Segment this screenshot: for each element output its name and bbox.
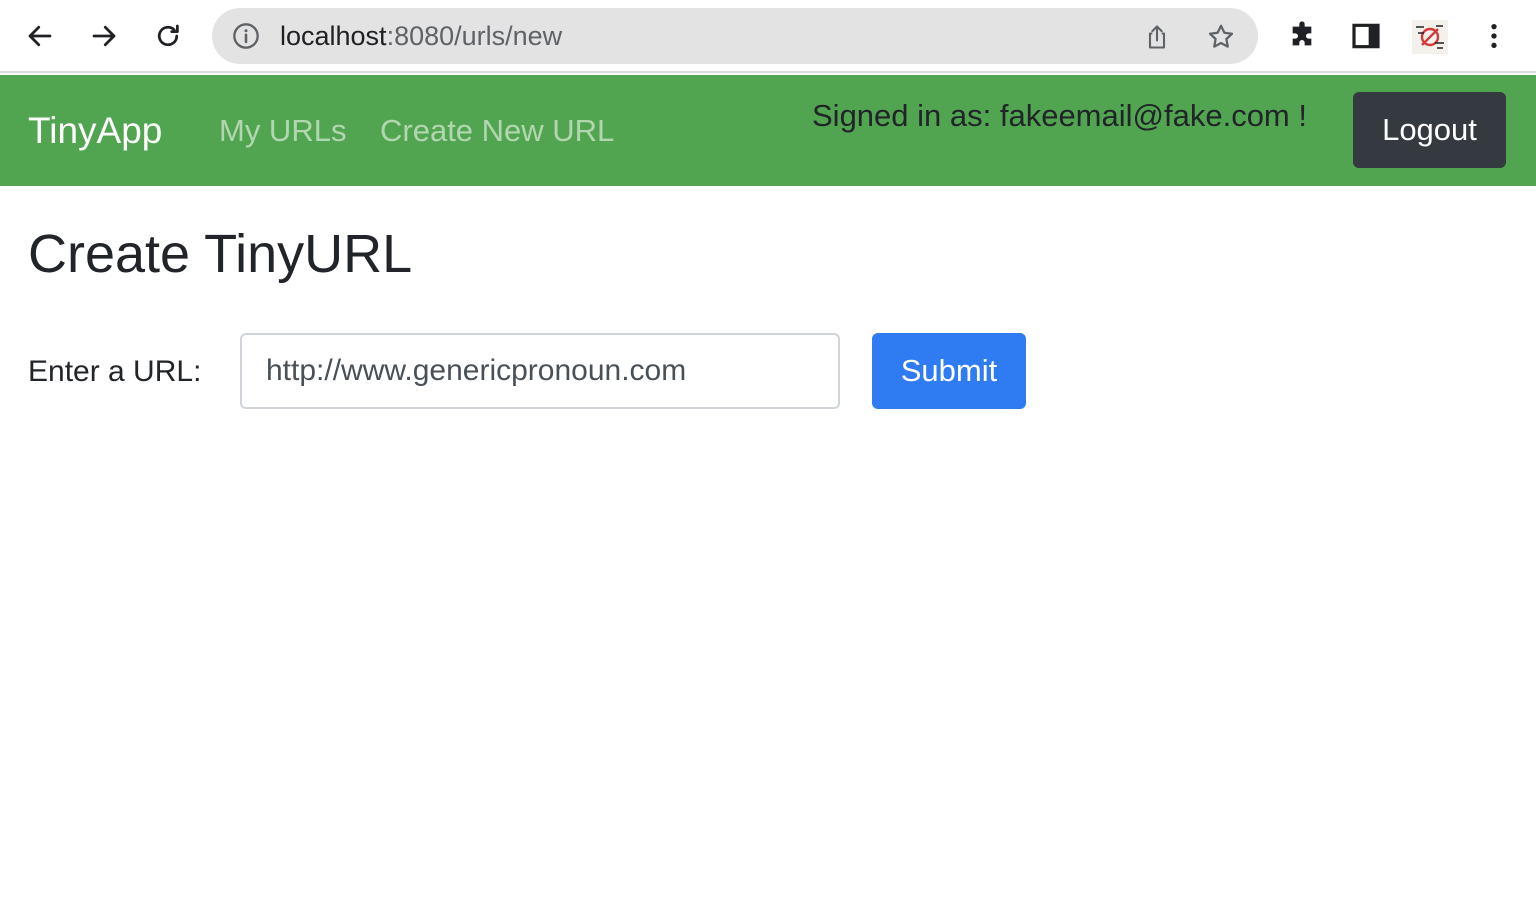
- profile-avatar[interactable]: [1410, 18, 1450, 56]
- nav-link-my-urls[interactable]: My URLs: [219, 114, 346, 148]
- brand-link[interactable]: TinyApp: [28, 111, 162, 151]
- signed-in-text: Signed in as: fakeemail@fake.com !: [812, 98, 1307, 133]
- page-title: Create TinyURL: [28, 224, 413, 284]
- forward-arrow-icon[interactable]: [84, 16, 124, 56]
- address-url: localhost:8080/urls/new: [280, 22, 562, 50]
- nav-link-create-new-url[interactable]: Create New URL: [380, 114, 614, 148]
- reload-icon[interactable]: [148, 16, 188, 56]
- url-path: :8080/urls/new: [386, 21, 563, 51]
- url-field-label: Enter a URL:: [28, 355, 202, 388]
- logout-button[interactable]: Logout: [1353, 92, 1506, 168]
- address-bar[interactable]: localhost:8080/urls/new: [212, 8, 1258, 64]
- share-icon[interactable]: [1142, 22, 1172, 52]
- submit-button[interactable]: Submit: [872, 333, 1026, 409]
- more-vert-icon[interactable]: [1476, 18, 1512, 54]
- app-navbar: TinyApp My URLs Create New URL Signed in…: [0, 75, 1536, 186]
- bookmark-star-icon[interactable]: [1206, 22, 1236, 52]
- back-arrow-icon[interactable]: [20, 16, 60, 56]
- extensions-puzzle-icon[interactable]: [1284, 18, 1320, 54]
- side-panel-icon[interactable]: [1348, 18, 1384, 54]
- info-icon[interactable]: [232, 22, 260, 50]
- browser-toolbar: localhost:8080/urls/new: [0, 0, 1536, 73]
- url-host: localhost: [280, 21, 387, 51]
- url-input[interactable]: [240, 333, 840, 409]
